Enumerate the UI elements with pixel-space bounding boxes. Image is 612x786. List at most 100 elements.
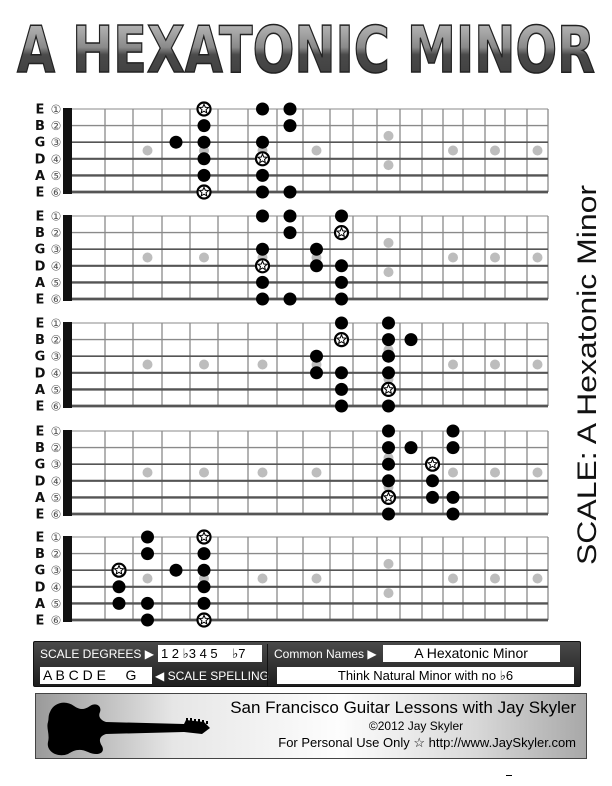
panel-divider [267,644,268,686]
inlay-dot [448,145,458,156]
fretboard-position-5: E①B②G③D④A⑤E⑥ [0,527,560,631]
scale-note-marker [197,596,211,610]
scale-note-marker [335,316,348,330]
string-name-label: D [35,259,46,274]
string-number-label: ⑥ [51,614,62,628]
inlay-dot [142,359,153,370]
scale-note-marker [197,119,211,133]
page-mark [506,775,512,776]
scale-note-marker [283,119,297,133]
string-number-label: ⑤ [51,276,62,290]
string-number-label: ① [51,210,62,224]
string-number-label: ⑤ [51,169,62,183]
string-number-label: ④ [51,366,62,380]
inlay-dot [383,160,394,171]
string-name-label: B [35,333,45,348]
string-number-label: ② [51,119,62,133]
scale-note-marker [310,259,323,273]
string-name-label: E [36,103,45,118]
scale-note-marker [197,563,211,577]
scale-note-marker [197,547,211,561]
string-number-label: ④ [51,152,62,166]
scale-note-marker [256,185,269,199]
string-name-label: A [35,597,45,612]
scale-note-marker [335,292,348,306]
scale-note-marker [382,333,395,347]
common-names-value: A Hexatonic Minor [382,645,560,662]
scale-note: Think Natural Minor with no ♭6 [277,667,574,684]
scale-note-marker [335,382,348,396]
string-number-label: ⑥ [51,400,62,414]
string-number-label: ③ [51,458,62,472]
footer-banner: San Francisco Guitar Lessons with Jay Sk… [35,693,587,759]
inlay-dot [199,252,209,263]
inlay-dot [448,573,458,584]
string-number-label: ⑥ [51,508,62,522]
string-name-label: G [35,564,46,579]
inlay-dot [532,145,543,156]
scale-note-marker [426,474,439,488]
string-number-label: ③ [51,136,62,150]
scale-note-marker [446,507,460,521]
scale-note-marker [382,349,395,363]
string-name-label: E [36,186,45,201]
scale-note-marker [283,209,297,223]
scale-note-marker [446,490,460,504]
scale-note-marker [256,292,269,306]
string-name-label: A [35,491,45,506]
scale-note-marker [256,168,269,182]
inlay-dot [490,359,500,370]
scale-note-marker [256,209,269,223]
string-number-label: ③ [51,243,62,257]
string-name-label: E [36,425,45,440]
string-name-label: A [35,169,45,184]
fretboard-position-4: E①B②G③D④A⑤E⑥ [0,421,560,525]
inlay-dot [532,359,543,370]
inlay-dot [383,130,394,141]
string-name-label: E [36,210,45,225]
scale-degrees-value: 1 2 ♭3 4 5 ♭7 [157,645,262,662]
string-name-label: B [35,119,45,134]
string-number-label: ④ [51,259,62,273]
inlay-dot [490,252,500,263]
scale-note-marker [382,507,395,521]
inlay-dot [257,359,268,370]
string-name-label: B [35,547,45,562]
string-number-label: ③ [51,564,62,578]
title-text: A HEXATONIC MINOR [17,14,595,86]
scale-note-marker [382,399,395,413]
inlay-dot [257,467,268,478]
scale-note-marker [382,316,395,330]
string-number-label: ⑤ [51,491,62,505]
string-number-label: ② [51,226,62,240]
scale-note-marker [197,580,211,594]
scale-note-marker [382,474,395,488]
string-name-label: G [35,458,46,473]
string-name-label: D [35,152,46,167]
scale-note-marker [426,490,439,504]
side-scale-title: SCALE: A Hexatonic Minor [560,180,612,570]
inlay-dot [257,573,268,584]
scale-note-marker [382,441,395,455]
string-name-label: E [36,508,45,523]
string-number-label: ⑥ [51,186,62,200]
inlay-dot [311,145,322,156]
inlay-dot [490,467,500,478]
string-number-label: ② [51,547,62,561]
page-title: A HEXATONIC MINOR [0,6,612,89]
inlay-dot [532,252,543,263]
scale-note-marker [283,185,297,199]
scale-note-marker [112,596,126,610]
inlay-dot [383,237,394,248]
string-number-label: ④ [51,580,62,594]
nut [63,108,72,194]
scale-note-marker [141,547,154,561]
string-number-label: ① [51,103,62,117]
scale-note-marker [256,135,269,149]
fretboard-position-1: E①B②G③D④A⑤E⑥ [0,99,560,203]
inlay-dot [490,573,500,584]
footer-website: For Personal Use Only ☆ http://www.JaySk… [278,735,576,750]
scale-note-marker [112,580,126,594]
scale-note-marker [310,242,323,256]
scale-note-marker [169,563,183,577]
